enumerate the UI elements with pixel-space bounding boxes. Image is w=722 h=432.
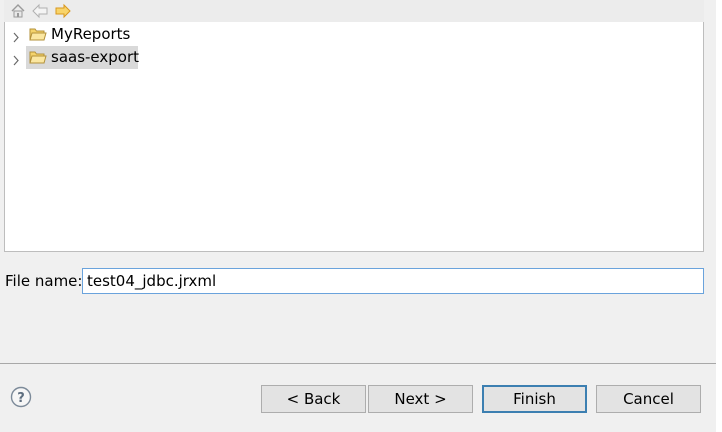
tree-item-myreports[interactable]: MyReports [5, 23, 305, 46]
folder-icon [29, 26, 47, 42]
finish-button[interactable]: Finish [482, 385, 587, 413]
cancel-button[interactable]: Cancel [596, 385, 701, 413]
next-button[interactable]: Next > [368, 385, 473, 413]
file-name-field[interactable] [82, 268, 704, 294]
button-bar-separator [0, 363, 716, 364]
window-edge [716, 0, 722, 432]
chevron-right-icon[interactable] [11, 52, 21, 66]
back-button[interactable]: < Back [261, 385, 366, 413]
forward-arrow-icon[interactable] [55, 3, 71, 19]
home-icon[interactable] [10, 3, 26, 19]
svg-text:?: ? [17, 391, 25, 406]
folder-icon [29, 49, 47, 65]
tree-item-label: MyReports [51, 25, 131, 43]
tree-item-label: saas-export [51, 48, 140, 66]
file-name-label: File name: [5, 272, 83, 290]
folder-tree[interactable]: MyReports saas-export [4, 22, 704, 252]
chevron-right-icon[interactable] [11, 29, 21, 43]
back-arrow-icon[interactable] [32, 3, 48, 19]
tree-item-saas-export[interactable]: saas-export [5, 46, 305, 69]
navigation-toolbar [4, 0, 704, 23]
new-report-wizard-page: MyReports saas-export File name: test04_… [0, 0, 722, 432]
help-icon[interactable]: ? [10, 386, 32, 408]
